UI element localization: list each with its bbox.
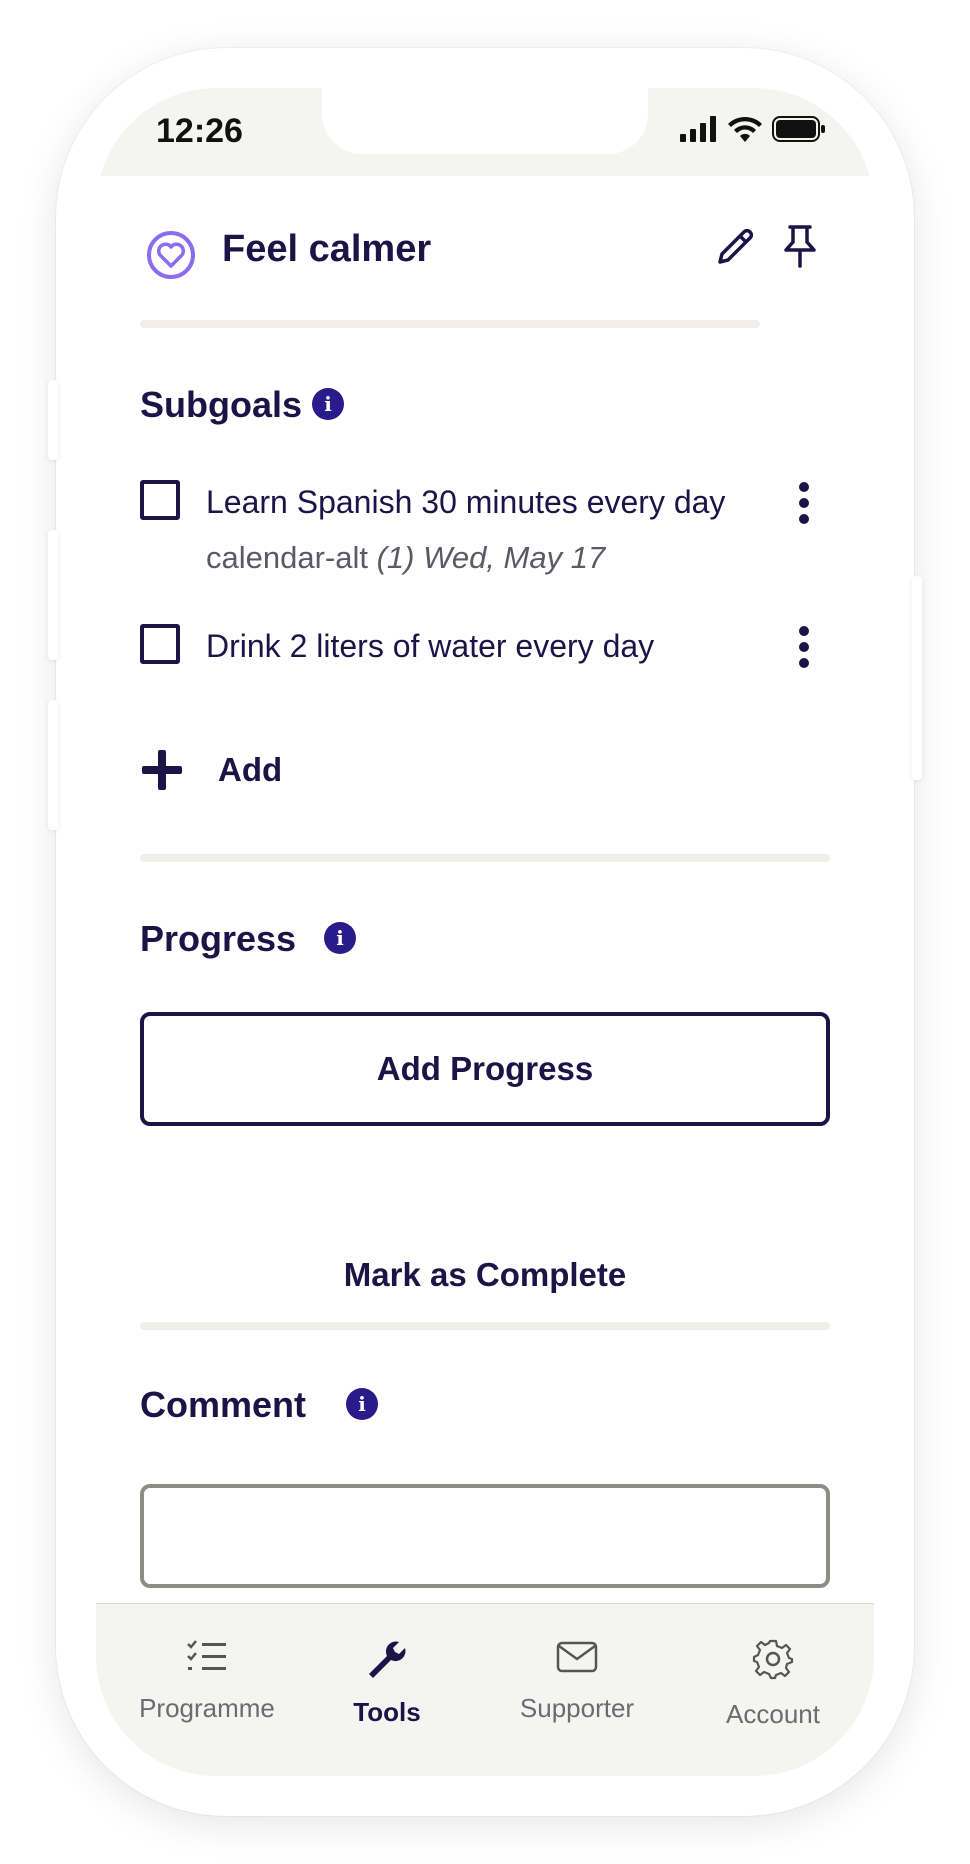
checklist-icon bbox=[187, 1640, 226, 1670]
add-subgoal-button[interactable]: Add bbox=[140, 748, 282, 792]
tab-label: Programme bbox=[139, 1693, 275, 1723]
section-divider bbox=[140, 854, 830, 862]
status-bar: 12:26 bbox=[96, 88, 874, 176]
notch bbox=[322, 88, 648, 154]
gear-icon bbox=[752, 1639, 794, 1680]
tab-label: Account bbox=[726, 1699, 820, 1729]
section-divider bbox=[140, 320, 760, 328]
app-screen: 12:26 Feel calmer Subgoals i Learn Spani… bbox=[96, 88, 874, 1776]
tab-programme[interactable]: Programme bbox=[122, 1638, 292, 1724]
comment-info-icon[interactable]: i bbox=[346, 1388, 378, 1420]
progress-info-icon[interactable]: i bbox=[324, 922, 356, 954]
due-date: Wed, May 17 bbox=[423, 540, 606, 575]
phone-side-button bbox=[48, 530, 58, 660]
status-icons bbox=[680, 116, 826, 142]
subgoal-due-date: calendar-alt (1) Wed, May 17 bbox=[206, 540, 605, 576]
plus-icon bbox=[142, 750, 182, 790]
section-divider bbox=[140, 1322, 830, 1330]
bottom-tab-bar: Programme Tools Supporter Account bbox=[96, 1603, 874, 1776]
add-subgoal-label: Add bbox=[218, 751, 283, 788]
battery-icon bbox=[772, 116, 825, 142]
subgoal-more-menu-icon[interactable] bbox=[799, 482, 811, 530]
subgoal-text: Drink 2 liters of water every day bbox=[206, 628, 655, 664]
due-count: (1) bbox=[376, 540, 415, 575]
signal-icon bbox=[680, 116, 716, 142]
subgoal-checkbox[interactable] bbox=[140, 624, 180, 664]
tab-supporter[interactable]: Supporter bbox=[492, 1638, 662, 1724]
subgoal-text: Learn Spanish 30 minutes every day bbox=[206, 484, 726, 520]
add-progress-button[interactable]: Add Progress bbox=[140, 1012, 830, 1126]
phone-side-button bbox=[48, 380, 58, 460]
tab-label: Tools bbox=[353, 1697, 421, 1727]
wifi-icon bbox=[728, 116, 762, 142]
comment-input[interactable] bbox=[140, 1484, 830, 1588]
comment-heading: Comment bbox=[140, 1384, 307, 1425]
mark-complete-button[interactable]: Mark as Complete bbox=[140, 1256, 830, 1294]
status-time: 12:26 bbox=[156, 112, 243, 150]
pin-icon[interactable] bbox=[782, 224, 818, 268]
tab-label: Supporter bbox=[519, 1693, 635, 1723]
subgoals-info-icon[interactable]: i bbox=[312, 388, 344, 420]
phone-side-button bbox=[48, 700, 58, 830]
wrench-icon bbox=[369, 1641, 406, 1678]
subgoal-more-menu-icon[interactable] bbox=[799, 626, 811, 674]
goal-title: Feel calmer bbox=[222, 228, 432, 270]
tab-account[interactable]: Account bbox=[688, 1638, 858, 1730]
tab-tools[interactable]: Tools bbox=[302, 1638, 472, 1728]
subgoal-checkbox[interactable] bbox=[140, 480, 180, 520]
phone-side-button bbox=[912, 576, 922, 780]
progress-heading: Progress bbox=[140, 918, 297, 959]
calendar-alt-label: calendar-alt bbox=[206, 540, 368, 575]
pencil-icon[interactable] bbox=[714, 226, 756, 268]
subgoals-heading: Subgoals bbox=[140, 384, 303, 425]
heart-goal-icon bbox=[147, 231, 195, 279]
envelope-icon bbox=[556, 1641, 598, 1673]
